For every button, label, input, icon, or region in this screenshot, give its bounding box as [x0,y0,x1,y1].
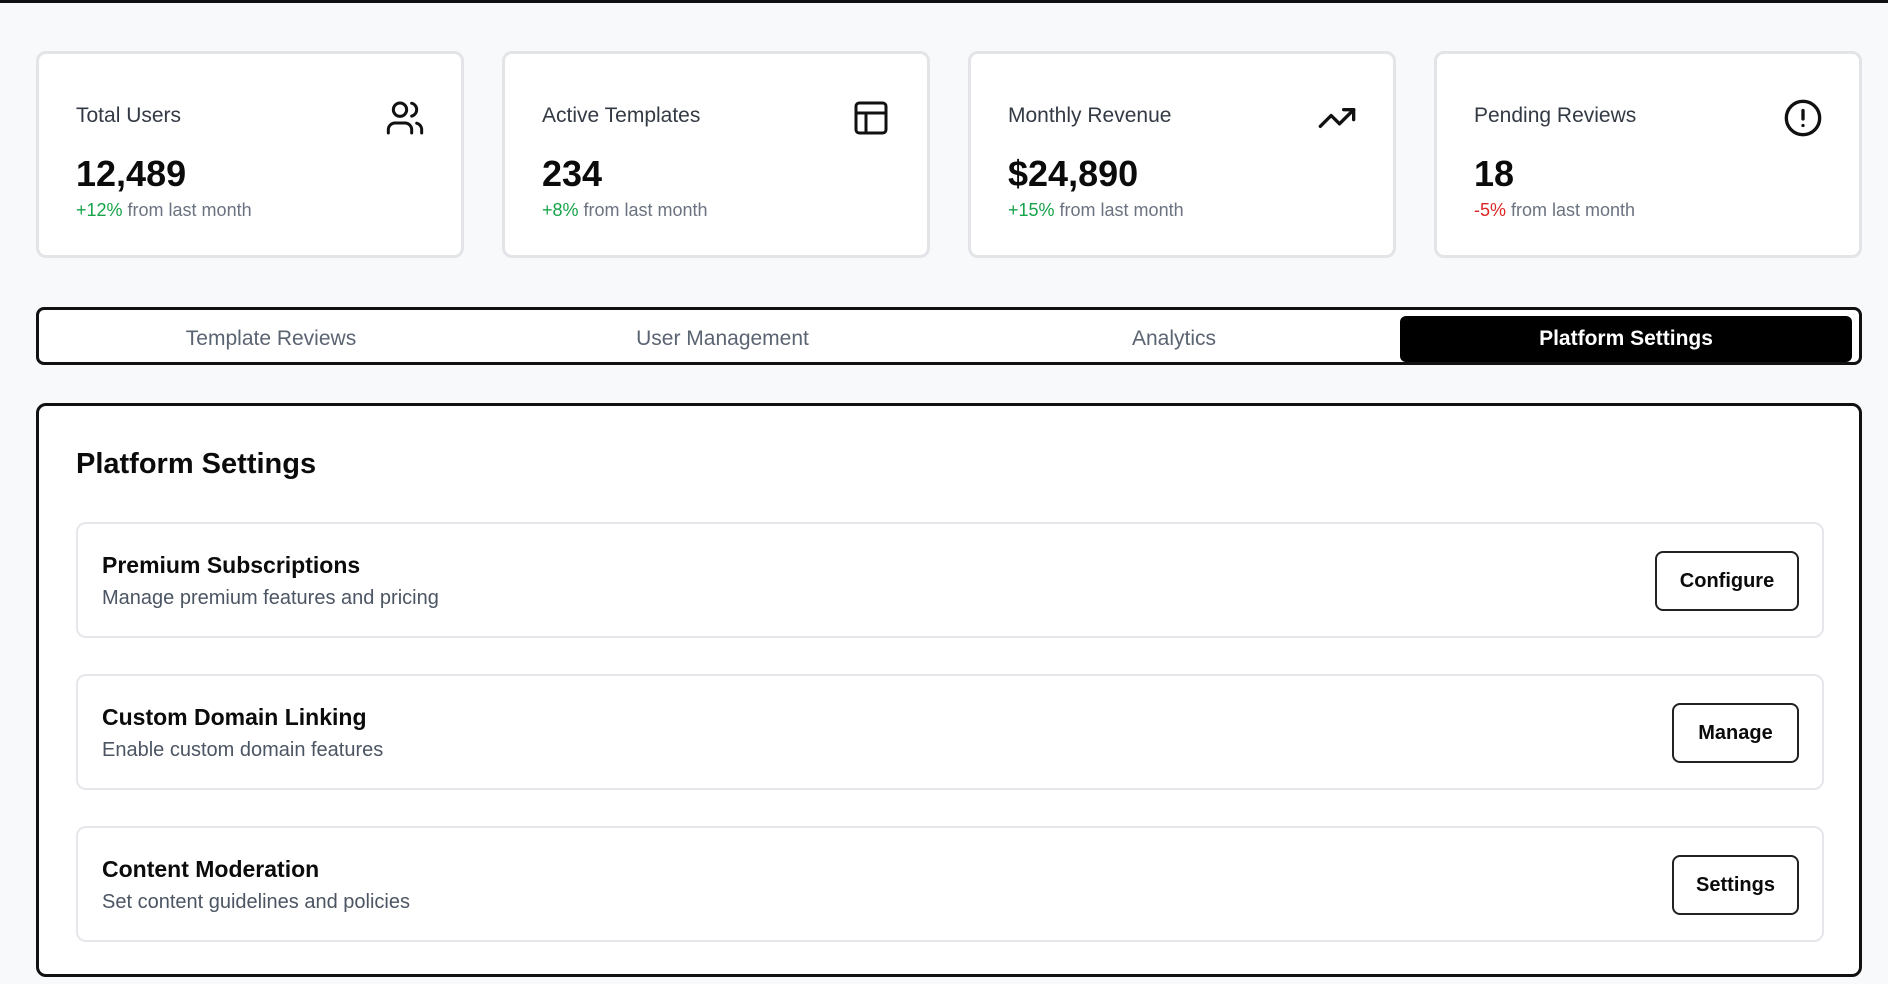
stat-change-percent: +8% [542,200,579,220]
tab-platform-settings[interactable]: Platform Settings [1400,316,1852,362]
stat-change-suffix: from last month [1054,200,1184,220]
top-border [0,0,1888,3]
tab-analytics[interactable]: Analytics [948,316,1400,362]
stats-row: Total Users 12,489 +12% from last month … [36,51,1862,258]
platform-settings-panel: Platform Settings Premium Subscriptions … [36,403,1862,977]
stat-change-suffix: from last month [1506,200,1636,220]
stat-change: -5% from last month [1474,200,1635,221]
settings-button[interactable]: Settings [1672,855,1799,915]
trending-up-icon [1318,108,1356,128]
stat-label: Pending Reviews [1474,104,1637,127]
panel-title: Platform Settings [76,448,317,480]
configure-button[interactable]: Configure [1655,551,1799,611]
stat-card-total-users: Total Users 12,489 +12% from last month [36,51,464,258]
users-icon [386,101,424,135]
stat-change-suffix: from last month [578,200,708,220]
stat-change-suffix: from last month [122,200,252,220]
layout-template-icon [854,101,888,135]
stat-card-active-templates: Active Templates 234 +8% from last month [502,51,930,258]
stat-value: 12,489 [76,153,187,194]
tab-bar: Template Reviews User Management Analyti… [36,307,1862,365]
stat-change-percent: -5% [1474,200,1507,220]
stat-change-percent: +12% [76,200,123,220]
setting-description: Enable custom domain features [102,739,384,761]
setting-row-content-moderation: Content Moderation Set content guideline… [76,826,1824,942]
stat-value: 234 [542,153,603,194]
alert-circle-icon [1784,99,1822,137]
tab-user-management[interactable]: User Management [497,316,948,362]
stat-change: +8% from last month [542,200,708,221]
stat-label: Monthly Revenue [1008,104,1172,127]
stat-change: +12% from last month [76,200,252,221]
tab-template-reviews[interactable]: Template Reviews [45,316,497,362]
setting-title: Premium Subscriptions [102,552,361,578]
setting-title: Content Moderation [102,856,320,882]
stat-label: Total Users [76,104,182,127]
stat-change-percent: +15% [1008,200,1055,220]
manage-button[interactable]: Manage [1672,703,1799,763]
setting-row-premium-subscriptions: Premium Subscriptions Manage premium fea… [76,522,1824,638]
stat-card-pending-reviews: Pending Reviews 18 -5% from last month [1434,51,1862,258]
stat-label: Active Templates [542,104,701,127]
setting-row-custom-domain-linking: Custom Domain Linking Enable custom doma… [76,674,1824,790]
stat-value: 18 [1474,153,1515,194]
setting-description: Manage premium features and pricing [102,587,439,609]
stat-change: +15% from last month [1008,200,1184,221]
stat-card-monthly-revenue: Monthly Revenue $24,890 +15% from last m… [968,51,1396,258]
setting-description: Set content guidelines and policies [102,891,410,913]
stat-value: $24,890 [1008,153,1139,194]
setting-title: Custom Domain Linking [102,704,367,730]
